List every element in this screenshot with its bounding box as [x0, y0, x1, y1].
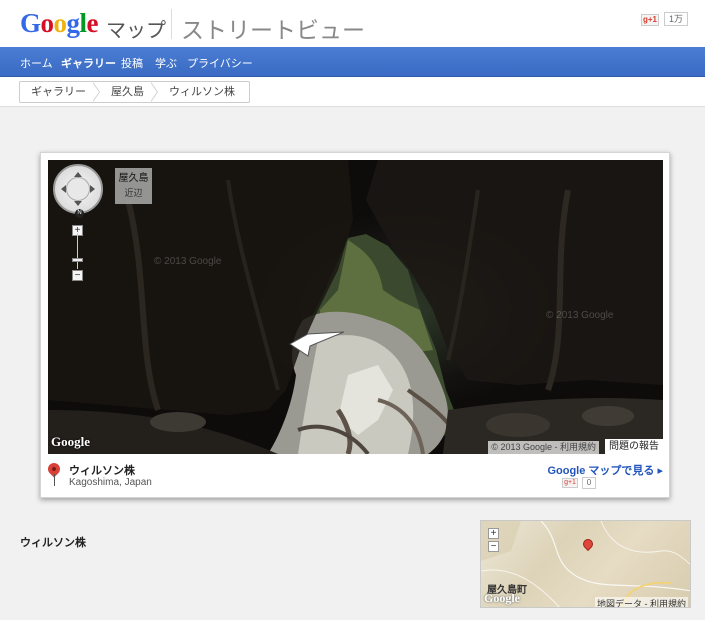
breadcrumb-item-gallery[interactable]: ギャラリー: [20, 82, 100, 102]
panorama-watermark: © 2013 Google: [154, 256, 222, 267]
nearby-place-sub: 近辺: [124, 188, 143, 198]
product-name: マップ: [106, 20, 166, 42]
streetview-card: © 2013 Google © 2013 Google N + − 屋久島 近辺…: [40, 152, 670, 498]
nav-item-submit[interactable]: 投稿: [121, 55, 143, 71]
panorama-watermark: © 2013 Google: [546, 310, 614, 321]
minimap-zoom-in[interactable]: +: [488, 528, 499, 539]
minimap-attribution[interactable]: 地図データ - 利用規約: [595, 597, 688, 607]
nearby-place-name: 屋久島: [118, 173, 149, 184]
zoom-slider-thumb[interactable]: [72, 258, 83, 262]
pin-stem: [54, 474, 55, 486]
breadcrumb-item-yakushima[interactable]: 屋久島: [100, 82, 158, 102]
nav-item-home[interactable]: ホーム: [20, 55, 53, 71]
report-problem-link[interactable]: 問題の報告: [605, 439, 663, 454]
location-minimap[interactable]: + − 屋久島町 Google 地図データ - 利用規約: [480, 520, 691, 608]
place-gplus-count: 0: [582, 477, 596, 489]
panorama-attribution[interactable]: © 2013 Google - 利用規約: [488, 441, 599, 454]
section-title: ウィルソン株: [20, 537, 86, 549]
nav-item-learn[interactable]: 学ぶ: [155, 55, 177, 71]
zoom-track[interactable]: [77, 233, 78, 269]
nearby-place-label[interactable]: 屋久島 近辺: [115, 168, 152, 204]
logo-letter: l: [79, 8, 88, 38]
view-in-google-maps-link[interactable]: Google マップで見る ▸: [547, 462, 663, 478]
breadcrumb: ギャラリー 屋久島 ウィルソン株: [19, 81, 250, 103]
breadcrumb-item-wilson-stump[interactable]: ウィルソン株: [158, 82, 249, 102]
top-nav: ホーム ギャラリー 投稿 学ぶ プライバシー: [0, 47, 705, 77]
compass-north: N: [75, 209, 84, 218]
header-divider: [171, 9, 172, 39]
page-title: ストリートビュー: [181, 17, 365, 43]
pan-arrows-icon: [61, 172, 95, 206]
breadcrumb-bar: ギャラリー 屋久島 ウィルソン株: [0, 77, 705, 107]
logo-letter: G: [20, 8, 41, 38]
navigation-arrow-icon[interactable]: [288, 328, 344, 358]
place-name: ウィルソン株: [69, 465, 135, 477]
logo-letter: o: [53, 8, 68, 38]
google-logo[interactable]: Google: [20, 8, 99, 39]
place-info: ウィルソン株 Kagoshima, Japan Google マップで見る ▸ …: [45, 454, 663, 492]
place-region: Kagoshima, Japan: [69, 477, 152, 488]
google-watermark: Google: [51, 434, 90, 449]
nav-item-privacy[interactable]: プライバシー: [187, 55, 253, 71]
minimap-google-logo: Google: [484, 591, 520, 605]
streetview-panorama[interactable]: © 2013 Google © 2013 Google N + − 屋久島 近辺…: [48, 160, 663, 454]
panorama-scene: [48, 160, 663, 454]
pan-control[interactable]: N: [53, 164, 103, 218]
logo-letter: e: [86, 8, 99, 38]
logo-letter: o: [40, 8, 55, 38]
nav-item-gallery[interactable]: ギャラリー: [61, 55, 116, 71]
gplus-button[interactable]: g+1: [641, 14, 659, 26]
place-gplus-button[interactable]: g+1: [562, 478, 578, 488]
logo-letter: g: [66, 8, 81, 38]
zoom-out-button[interactable]: −: [72, 270, 83, 281]
minimap-zoom-out[interactable]: −: [488, 541, 499, 552]
header: Google マップ ストリートビュー g+1 1万: [0, 0, 705, 47]
gplus-count: 1万: [664, 12, 688, 26]
